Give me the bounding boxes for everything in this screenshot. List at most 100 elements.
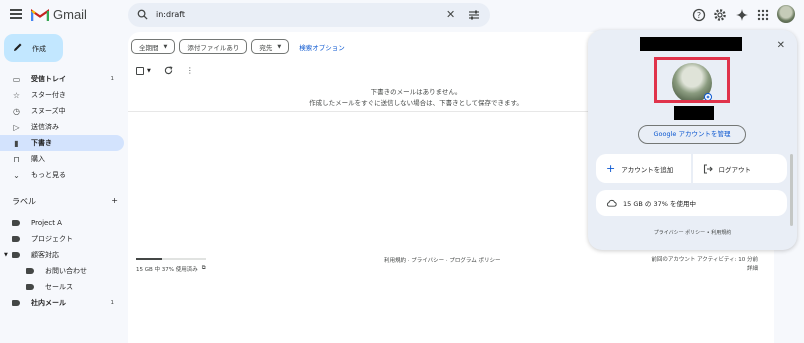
logout-label: ログアウト (718, 165, 752, 174)
settings-gear-icon[interactable] (713, 8, 727, 22)
close-icon[interactable]: ✕ (777, 40, 785, 51)
activity-text: 前回のアカウント アクティビティ: 10 分前 (651, 257, 758, 263)
search-bar[interactable]: in:draft ✕ (128, 3, 490, 27)
logout-icon (703, 163, 713, 174)
label-item-sales[interactable]: セールス (0, 279, 124, 295)
add-account-button[interactable]: + アカウントを追加 (596, 154, 691, 183)
highlight-box (654, 57, 730, 103)
empty-line-1: 下書きのメールはありません。 (370, 88, 462, 96)
label-tag-icon (12, 220, 20, 226)
label-name: セールス (45, 283, 73, 291)
redacted-name (674, 106, 714, 120)
sidebar-item-label: 送信済み (31, 123, 59, 131)
labels-header: ラベル + (12, 196, 118, 207)
sidebar-item-label: 受信トレイ (31, 75, 66, 83)
empty-line-2: 作成したメールをすぐに送信しない場合は、下書きとして保存できます。 (309, 99, 523, 107)
more-options-icon[interactable]: ⋮ (186, 66, 194, 75)
unread-count: 1 (110, 76, 115, 82)
privacy-terms-links[interactable]: プライバシー ポリシー • 利用規約 (588, 229, 797, 236)
sidebar-item-sent[interactable]: ▷ 送信済み (0, 119, 124, 135)
chip-date-range[interactable]: 全期間 ▼ (131, 39, 176, 54)
label-name: Project A (31, 219, 62, 227)
refresh-icon[interactable] (164, 66, 173, 75)
chip-to[interactable]: 宛先 ▼ (251, 39, 290, 54)
external-link-icon[interactable]: ⧉ (202, 265, 206, 273)
gemini-sparkle-icon[interactable] (735, 8, 749, 22)
label-name: お問い合わせ (45, 267, 87, 275)
chevron-down-icon: ⌄ (13, 170, 20, 180)
manage-account-button[interactable]: Google アカウントを管理 (638, 125, 746, 144)
storage-text: 15 GB 中 37% 使用済み (136, 267, 198, 273)
plus-icon: + (606, 162, 616, 175)
label-item-internal[interactable]: 社内メール 1 (0, 295, 124, 311)
add-account-label: アカウントを追加 (621, 165, 674, 174)
clear-search-icon[interactable]: ✕ (446, 8, 455, 21)
add-label-icon[interactable]: + (111, 196, 118, 207)
label-item-project[interactable]: プロジェクト (0, 231, 124, 247)
svg-text:?: ? (697, 11, 701, 20)
main-menu-icon[interactable] (10, 9, 22, 19)
chip-has-attachment[interactable]: 添付ファイルあり (179, 39, 248, 54)
account-actions: + アカウントを追加 ログアウト (596, 154, 787, 183)
sidebar-item-label: 下書き (31, 139, 52, 147)
logout-button[interactable]: ログアウト (690, 154, 788, 183)
search-options-icon[interactable] (468, 9, 480, 21)
search-icon[interactable] (137, 9, 148, 20)
sidebar-item-label: 購入 (31, 155, 45, 163)
chip-label: 宛先 (259, 43, 273, 52)
labels-title: ラベル (12, 197, 36, 206)
compose-button[interactable]: 作成 (4, 34, 63, 62)
dropdown-icon: ▼ (277, 43, 282, 50)
compose-label: 作成 (32, 45, 46, 53)
label-item-inquiry[interactable]: お問い合わせ (0, 263, 124, 279)
gmail-m-icon (31, 8, 49, 21)
send-icon: ▷ (13, 122, 20, 132)
unread-count: 1 (110, 300, 115, 306)
sidebar-item-label: スター付き (31, 91, 66, 99)
sidebar-item-more[interactable]: ⌄ もっと見る (0, 167, 124, 183)
gmail-logo[interactable]: Gmail (31, 7, 87, 22)
account-popup: ✕ ◉ Google アカウントを管理 + アカウントを追加 ログアウト 15 … (588, 30, 797, 250)
sidebar-item-label: スヌーズ中 (31, 107, 66, 115)
footer-links[interactable]: 利用規約 · プライバシー · プログラム ポリシー (384, 256, 500, 264)
storage-progress-fill (136, 258, 162, 260)
label-name: 社内メール (31, 299, 66, 307)
filter-chips: 全期間 ▼ 添付ファイルあり 宛先 ▼ 検索オプション (131, 39, 345, 54)
details-link[interactable]: 詳細 (651, 265, 758, 274)
sidebar-item-starred[interactable]: ☆ スター付き (0, 87, 124, 103)
help-icon[interactable]: ? (692, 8, 706, 22)
star-icon: ☆ (12, 90, 21, 100)
storage-usage-text: 15 GB の 37% を使用中 (623, 200, 696, 208)
sidebar-item-snoozed[interactable]: ◷ スヌーズ中 (0, 103, 124, 119)
sidebar-item-inbox[interactable]: ▭ 受信トレイ 1 (0, 71, 124, 87)
sidebar-item-purchases[interactable]: ⊓ 購入 (0, 151, 124, 167)
select-checkbox[interactable]: ▼ (136, 66, 151, 75)
sidebar-item-drafts[interactable]: ▮ 下書き (0, 135, 124, 151)
label-item-customer[interactable]: ▼ 顧客対応 (0, 247, 124, 263)
labels-list: Project A プロジェクト ▼ 顧客対応 お問い合わせ セールス 社内メー… (0, 215, 124, 311)
dropdown-icon: ▼ (163, 43, 168, 50)
search-input[interactable]: in:draft (156, 10, 185, 19)
dropdown-icon: ▼ (147, 67, 151, 74)
advanced-search-link[interactable]: 検索オプション (299, 39, 345, 54)
storage-info: 15 GB 中 37% 使用済み ⧉ (136, 265, 206, 273)
label-item-project-a[interactable]: Project A (0, 215, 124, 231)
clock-icon: ◷ (13, 106, 20, 116)
label-tag-icon (12, 236, 20, 242)
app-name: Gmail (53, 7, 87, 22)
cloud-icon (606, 199, 617, 207)
storage-progress-bar (136, 258, 206, 260)
checkbox-icon (136, 66, 144, 75)
account-avatar[interactable] (777, 5, 795, 23)
storage-usage-row[interactable]: 15 GB の 37% を使用中 (596, 190, 787, 216)
sidebar-nav: ▭ 受信トレイ 1 ☆ スター付き ◷ スヌーズ中 ▷ 送信済み ▮ 下書き ⊓… (0, 71, 124, 183)
pencil-icon (14, 43, 22, 51)
inbox-icon: ▭ (12, 74, 21, 84)
panel-scrollbar[interactable] (790, 154, 793, 226)
expand-caret-icon[interactable]: ▼ (4, 252, 8, 258)
chip-label: 全期間 (139, 43, 159, 52)
list-toolbar: ▼ ⋮ (136, 66, 194, 75)
google-apps-icon[interactable] (757, 8, 769, 22)
label-tag-icon (12, 252, 20, 258)
label-tag-icon (12, 300, 20, 306)
